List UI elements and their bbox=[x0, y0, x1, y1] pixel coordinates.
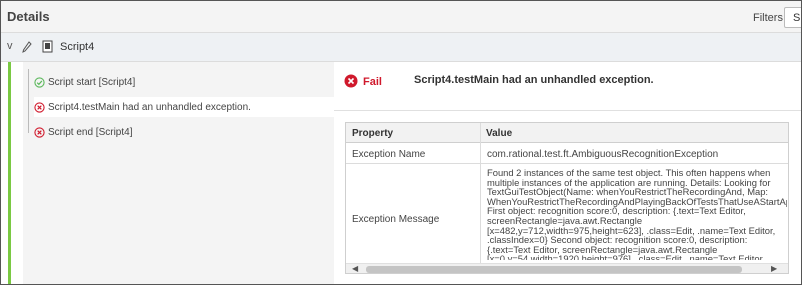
script-icon bbox=[42, 40, 53, 58]
divider bbox=[334, 110, 801, 111]
tree-background bbox=[23, 62, 334, 284]
error-circle-icon bbox=[34, 126, 45, 138]
column-separator bbox=[480, 123, 481, 263]
tree-item-label: Script end [Script4] bbox=[48, 126, 133, 138]
scroll-right-icon[interactable]: ▶ bbox=[771, 264, 777, 273]
row-separator bbox=[346, 163, 788, 164]
tree-item-exception[interactable]: Script4.testMain had an unhandled except… bbox=[34, 97, 334, 117]
value-exception-message: Found 2 instances of the same test objec… bbox=[487, 168, 787, 260]
tree-item-script-start[interactable]: Script start [Script4] bbox=[34, 72, 334, 92]
scrollbar-thumb[interactable] bbox=[366, 266, 742, 273]
fail-icon bbox=[344, 74, 358, 88]
scroll-left-icon[interactable]: ◀ bbox=[352, 264, 358, 273]
script-name[interactable]: Script4 bbox=[60, 41, 94, 53]
page-title: Details bbox=[7, 9, 50, 24]
error-circle-icon bbox=[34, 101, 45, 113]
tree-connector bbox=[28, 69, 29, 133]
check-circle-icon bbox=[34, 76, 45, 88]
tree-item-script-end[interactable]: Script end [Script4] bbox=[34, 122, 334, 142]
details-panel: Details Filters: Sl v Script4 Script sta… bbox=[0, 0, 802, 285]
tree-item-label: Script start [Script4] bbox=[48, 76, 136, 88]
filters-select[interactable]: Sl bbox=[784, 7, 801, 28]
property-exception-name: Exception Name bbox=[352, 149, 426, 160]
status-badge: Fail bbox=[363, 76, 382, 88]
column-header-property: Property bbox=[346, 123, 480, 143]
details-header: Details Filters: Sl bbox=[1, 1, 801, 33]
property-exception-message: Exception Message bbox=[352, 214, 440, 225]
horizontal-scrollbar[interactable]: ◀ ▶ bbox=[346, 263, 788, 273]
pencil-icon[interactable] bbox=[22, 40, 32, 58]
chevron-down-icon[interactable]: v bbox=[7, 40, 13, 52]
script-row[interactable]: v Script4 bbox=[1, 33, 801, 62]
event-message: Script4.testMain had an unhandled except… bbox=[414, 74, 654, 86]
properties-table: Property Value Exception Name com.ration… bbox=[345, 122, 789, 274]
column-header-value: Value bbox=[480, 123, 788, 143]
tree-item-label: Script4.testMain had an unhandled except… bbox=[48, 101, 251, 113]
filters-label: Filters: bbox=[753, 12, 786, 24]
value-exception-name: com.rational.test.ft.AmbiguousRecognitio… bbox=[487, 149, 719, 160]
log-tree bbox=[11, 62, 334, 284]
